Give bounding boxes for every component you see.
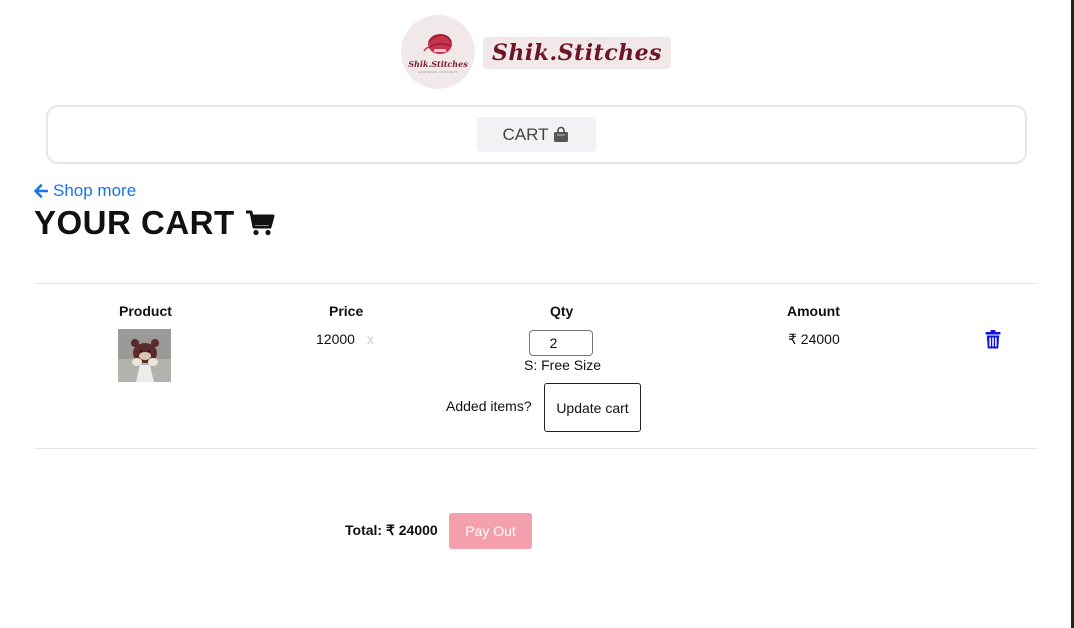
yarn-ball-icon	[423, 33, 452, 54]
pay-out-button[interactable]: Pay Out	[449, 513, 532, 549]
shop-more-link[interactable]: Shop more	[34, 181, 136, 201]
nav-cart-label: CART	[502, 124, 549, 144]
arrow-left-icon	[34, 184, 48, 198]
quantity-input[interactable]	[529, 330, 593, 356]
brand-name-text: Shik.Stitches	[492, 40, 662, 66]
size-label: S: Free Size	[524, 357, 602, 373]
nav-cart-link[interactable]: CART	[477, 117, 596, 152]
shopping-cart-icon	[245, 210, 275, 236]
update-cart-button[interactable]: Update cart	[544, 383, 641, 432]
added-items-label: Added items?	[446, 398, 532, 414]
brand-name[interactable]: Shik.Stitches	[483, 37, 671, 69]
shop-more-label: Shop more	[53, 181, 137, 200]
times-sign: x	[367, 331, 374, 347]
table-bottom-divider	[34, 448, 1038, 449]
product-header: Product	[119, 303, 172, 319]
amount-header: Amount	[787, 303, 840, 319]
product-image[interactable]	[118, 329, 171, 382]
page-title: YOUR CART	[34, 204, 275, 242]
page-title-text: YOUR CART	[34, 204, 235, 241]
cart-total: Total: ₹ 24000	[345, 522, 438, 538]
shopping-bag-icon	[554, 126, 569, 142]
product-photo	[118, 329, 171, 382]
logo-subtext: HANDMADE CROCHETS	[418, 69, 458, 74]
logo-text: Shik.Stitches	[408, 58, 468, 69]
table-top-divider	[34, 283, 1038, 284]
qty-header: Qty	[550, 303, 574, 319]
brand-logo[interactable]: Shik.Stitches HANDMADE CROCHETS	[401, 15, 475, 89]
product-price: 12000	[316, 331, 355, 347]
row-amount: ₹ 24000	[788, 331, 840, 347]
price-header: Price	[329, 303, 364, 319]
trash-icon[interactable]	[985, 330, 1001, 349]
